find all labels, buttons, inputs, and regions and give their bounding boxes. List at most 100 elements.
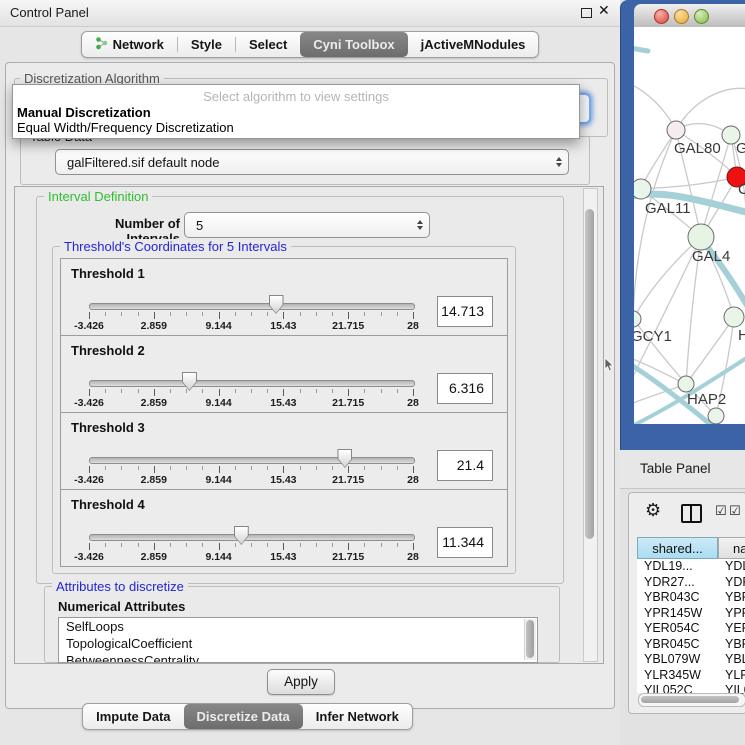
spinner-arrows-icon bbox=[411, 220, 429, 230]
network-node-gal80[interactable] bbox=[667, 121, 685, 139]
checkbox-icon[interactable]: ☑ bbox=[729, 504, 741, 519]
slider-tick-labels: -3.4262.8599.14415.4321.71528 bbox=[89, 397, 413, 409]
tab-select[interactable]: Select bbox=[236, 32, 300, 57]
network-node-label: GAL80 bbox=[674, 140, 721, 157]
float-window-icon[interactable] bbox=[581, 8, 592, 18]
table-row[interactable]: YDR27...YDR2 bbox=[637, 575, 745, 591]
tab-label: Impute Data bbox=[96, 709, 170, 724]
cell-shared-name: YDL19... bbox=[637, 559, 718, 575]
network-node-label: GCY1 bbox=[634, 328, 672, 345]
threshold-label: Threshold 2 bbox=[71, 343, 145, 358]
traffic-light-minimize-icon[interactable] bbox=[674, 9, 689, 24]
threshold-label: Threshold 3 bbox=[71, 420, 145, 435]
top-tab-row: NetworkStyleSelect Cyni Toolbox jActiveMNo… bbox=[0, 31, 620, 58]
traffic-light-close-icon[interactable] bbox=[654, 9, 669, 24]
table-row[interactable]: YPR145WYPR1 bbox=[637, 606, 745, 622]
table-row[interactable]: YDL19...YDL1 bbox=[637, 559, 745, 575]
slider-ticks bbox=[89, 389, 413, 397]
threshold-slider-track[interactable] bbox=[89, 457, 415, 464]
tab-cyni-toolbox[interactable]: Cyni Toolbox bbox=[300, 32, 407, 57]
control-panel: Control Panel ✕ NetworkStyleSelectCyni T… bbox=[0, 0, 620, 745]
tab-style[interactable]: Style bbox=[178, 32, 235, 57]
slider-ticks bbox=[89, 543, 413, 551]
network-node-gal4[interactable] bbox=[688, 224, 714, 250]
table-row[interactable]: YLR345WYLR3 bbox=[637, 668, 745, 684]
attributes-legend: Attributes to discretize bbox=[52, 579, 188, 594]
number-of-intervals-spinner[interactable]: 5 bbox=[184, 212, 430, 238]
table-row[interactable]: YBR045CYBR0 bbox=[637, 637, 745, 653]
interval-definition-legend: Interval Definition bbox=[44, 189, 152, 204]
cell-shared-name: YBR043C bbox=[637, 590, 718, 606]
columns-icon[interactable] bbox=[681, 504, 702, 523]
cell-shared-name: YLR345W bbox=[637, 668, 718, 684]
attribute-item-selfloops[interactable]: SelfLoops bbox=[59, 618, 537, 635]
attribute-item-betweennesscentrality[interactable]: BetweennessCentrality bbox=[59, 652, 537, 663]
threshold-slider-track[interactable] bbox=[89, 380, 415, 387]
network-node-node[interactable] bbox=[708, 408, 724, 424]
threshold-slider-track[interactable] bbox=[89, 303, 415, 310]
numerical-attributes-label: Numerical Attributes bbox=[58, 599, 185, 614]
traffic-light-zoom-icon[interactable] bbox=[694, 9, 709, 24]
table-row[interactable]: YBL079WYBL0 bbox=[637, 652, 745, 668]
network-edge[interactable] bbox=[676, 88, 745, 130]
popup-item-equal-width-frequency[interactable]: Equal Width/Frequency Discretization bbox=[17, 120, 234, 135]
slider-ticks bbox=[89, 466, 413, 474]
table-row[interactable]: YER054CYER0 bbox=[637, 621, 745, 637]
cell-shared-name: YER054C bbox=[637, 621, 718, 637]
cell-name: YPR1 bbox=[718, 606, 745, 622]
close-icon[interactable]: ✕ bbox=[598, 3, 610, 19]
gear-icon[interactable]: ⚙ bbox=[645, 500, 661, 521]
threshold-panel: Threshold 1-3.4262.8599.14415.4321.71528… bbox=[60, 258, 508, 336]
threshold-value-field[interactable]: 11.344 bbox=[437, 527, 493, 558]
checkbox-icon[interactable]: ☑ bbox=[715, 504, 727, 519]
cell-name: YDR2 bbox=[718, 575, 745, 591]
application-window: Control Panel ✕ NetworkStyleSelectCyni T… bbox=[0, 0, 745, 745]
column-header-name[interactable]: na bbox=[718, 537, 745, 559]
network-node-gcy1[interactable] bbox=[634, 311, 641, 327]
apply-button[interactable]: Apply bbox=[267, 669, 335, 695]
attribute-item-topologicalcoefficient[interactable]: TopologicalCoefficient bbox=[59, 635, 537, 652]
threshold-value-field[interactable]: 21.4 bbox=[437, 450, 493, 481]
network-edge-highlighted[interactable] bbox=[634, 48, 648, 51]
table-scrollbar-thumb[interactable] bbox=[641, 696, 739, 703]
bottom-tab-row: Impute Data Discretize Data Infer Network bbox=[0, 703, 495, 730]
table-data-combobox[interactable]: galFiltered.sif default node bbox=[55, 149, 569, 175]
popup-item-manual-discretization[interactable]: Manual Discretization bbox=[17, 105, 151, 120]
bottom-tab-group: Impute Data Discretize Data Infer Network bbox=[82, 703, 413, 730]
settings-scrollbar-thumb[interactable] bbox=[585, 209, 594, 539]
threshold-value-field[interactable]: 6.316 bbox=[437, 373, 493, 404]
tab-network[interactable]: Network bbox=[82, 32, 177, 57]
numerical-attributes-list[interactable]: SelfLoopsTopologicalCoefficientBetweenne… bbox=[58, 617, 538, 663]
table-panel-titlebar: Table Panel bbox=[620, 450, 745, 489]
threshold-slider-track[interactable] bbox=[89, 534, 415, 541]
network-canvas[interactable]: GAL80GCGAL11GAL4GCY1HHAP2 bbox=[634, 27, 745, 424]
column-header-shared-name[interactable]: shared... bbox=[637, 537, 718, 559]
cell-name: YBR0 bbox=[718, 637, 745, 653]
network-node-gal11[interactable] bbox=[634, 179, 651, 199]
table-row[interactable]: YBR043CYBR0 bbox=[637, 590, 745, 606]
threshold-value-field[interactable]: 14.713 bbox=[437, 296, 493, 327]
table-horizontal-scrollbar[interactable] bbox=[638, 693, 745, 707]
settings-scrollbar[interactable] bbox=[583, 188, 598, 662]
network-view-window[interactable]: GAL80GCGAL11GAL4GCY1HHAP2 bbox=[620, 0, 745, 450]
threshold-panel: Threshold 4-3.4262.8599.14415.4321.71528… bbox=[60, 489, 508, 567]
number-of-intervals-value: 5 bbox=[185, 218, 411, 233]
network-node-label: HAP2 bbox=[687, 391, 726, 408]
network-window-titlebar[interactable] bbox=[634, 4, 745, 28]
attributes-list-scrollbar[interactable] bbox=[524, 619, 536, 660]
tab-jactivemnodules[interactable]: jActiveMNodules bbox=[408, 32, 539, 57]
network-node-hap2[interactable] bbox=[678, 376, 694, 392]
tab-label: Discretize Data bbox=[197, 709, 290, 724]
network-edge[interactable] bbox=[686, 317, 734, 384]
tab-label: Cyni Toolbox bbox=[313, 37, 394, 52]
network-edge[interactable] bbox=[634, 130, 676, 319]
algorithm-dropdown-popup: Select algorithm to view settings Manual… bbox=[12, 84, 580, 139]
network-edge[interactable] bbox=[634, 237, 701, 387]
tab-discretize-data[interactable]: Discretize Data bbox=[184, 704, 303, 729]
network-node-h[interactable] bbox=[724, 307, 744, 327]
right-side: GAL80GCGAL11GAL4GCY1HHAP2 Table Panel ⚙ … bbox=[620, 0, 745, 745]
tab-infer-network[interactable]: Infer Network bbox=[303, 704, 412, 729]
network-node-label: GAL4 bbox=[692, 248, 730, 265]
slider-tick-labels: -3.4262.8599.14415.4321.71528 bbox=[89, 551, 413, 563]
tab-impute-data[interactable]: Impute Data bbox=[83, 704, 183, 729]
